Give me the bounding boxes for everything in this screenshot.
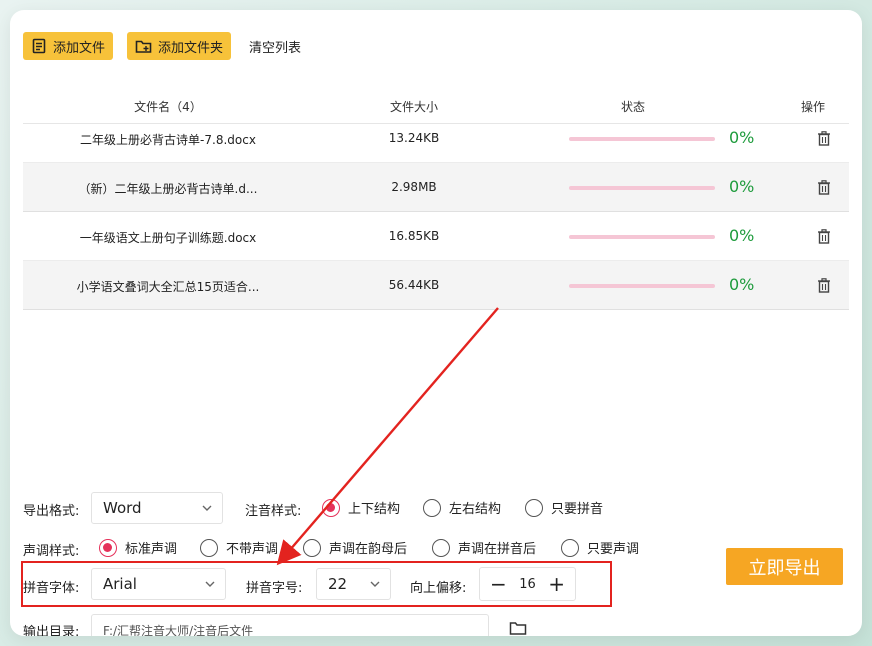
annotation-arrow bbox=[276, 307, 499, 566]
app-window: 添加文件 添加文件夹 清空列表 文件名（4） 文件大小 状态 操作 二年级上册必… bbox=[10, 10, 862, 636]
